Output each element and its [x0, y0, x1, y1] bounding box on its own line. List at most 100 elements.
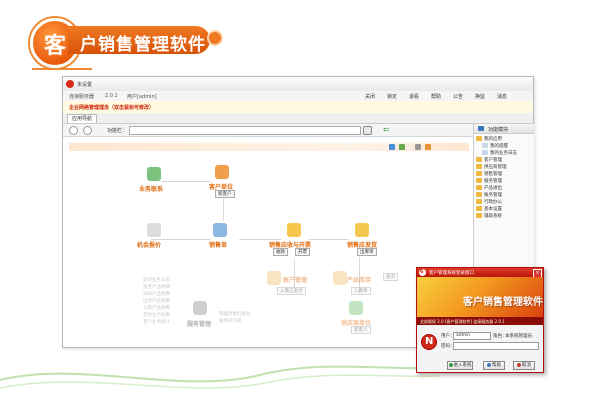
sidebar-item-suppliers[interactable]: 供应商管理 — [476, 163, 532, 170]
node-business-contact[interactable]: 业务联系 — [139, 184, 163, 193]
new-customer-button[interactable]: 新客户 — [215, 190, 235, 198]
dialog-title: 客户管理系统登录窗口 — [429, 271, 474, 276]
menu-help[interactable]: 帮助 — [431, 93, 441, 100]
sidebar-item-office[interactable]: 行政办公 — [476, 198, 532, 205]
enter-icon — [448, 362, 453, 367]
password-input[interactable] — [453, 342, 539, 350]
settings-icon[interactable] — [425, 144, 431, 150]
node-sales-order[interactable]: 销售单 — [209, 240, 227, 249]
menu-close[interactable]: 关闭 — [365, 93, 375, 100]
role-value: 本系统管理员 — [505, 334, 532, 339]
supplier-icon[interactable] — [349, 301, 363, 315]
mail-icon[interactable] — [389, 144, 395, 150]
cancel-button[interactable]: 取消 — [513, 361, 535, 370]
info-version: 2.0.1 — [105, 93, 118, 99]
banner-dot — [207, 30, 223, 46]
menu-view[interactable]: 退看 — [409, 93, 419, 100]
print-icon[interactable] — [415, 144, 421, 150]
dialog-titlebar: 6 客户管理系统登录窗口 × — [417, 268, 543, 278]
dialog-version-bar: 全部版权 2.0 [客户管理软件] 连接服务器 2.0.1 — [417, 317, 543, 325]
window-title: 未设置 — [77, 82, 93, 88]
sidebar-item-my-apps[interactable]: 我的应用 — [476, 135, 532, 142]
nav-go-button[interactable] — [363, 126, 372, 135]
sidebar-item-products[interactable]: 产品进出 — [476, 184, 532, 191]
sales-order-icon[interactable] — [213, 223, 227, 237]
receivables-icon[interactable] — [287, 223, 301, 237]
service-item[interactable]: 管理对象的服务 — [219, 311, 251, 317]
sidebar-item-my-reminders[interactable]: 我的提醒 — [482, 142, 538, 149]
node-opportunity-quote[interactable]: 机会报价 — [137, 240, 161, 249]
sidebar-item-my-logs[interactable]: 我的业务日志 — [482, 149, 538, 156]
service-person-icon[interactable] — [193, 301, 207, 315]
contact-icon[interactable] — [147, 167, 161, 181]
document-icon[interactable] — [147, 223, 161, 237]
customers-icon[interactable] — [215, 165, 229, 179]
folder-icon — [476, 178, 482, 183]
sidebar-item-sales[interactable]: 销售管理 — [476, 170, 532, 177]
stocktake-button[interactable]: 盘点 — [383, 273, 398, 281]
service-item[interactable]: 服务知识库 — [219, 318, 242, 324]
folder-icon — [476, 164, 482, 169]
user-value: admin — [456, 333, 471, 338]
help-button-label: 帮助 — [492, 363, 501, 368]
tab-row: 应用导航 — [63, 113, 533, 124]
receive-payment-button[interactable]: 收款 — [273, 248, 288, 256]
sidebar-item-label: 辅助系统 — [484, 214, 502, 219]
sidebar-item-customers[interactable]: 客户管理 — [476, 156, 532, 163]
invoice-button[interactable]: 开票 — [295, 248, 310, 256]
company-slogan[interactable]: 企业网络管理理念（双击鼠标可修改） — [69, 104, 154, 111]
folder-icon — [476, 171, 482, 176]
forward-arrow-icon[interactable]: ⇐ — [383, 126, 390, 134]
nav-select[interactable] — [129, 126, 361, 135]
folder-icon — [476, 157, 482, 162]
sidebar-title: 功能模块 — [488, 127, 509, 133]
menu-switch[interactable]: 换监 — [475, 93, 485, 100]
banner-title-bar: 户销售管理软件 — [68, 26, 210, 55]
folder-icon — [476, 185, 482, 190]
folder-icon — [476, 213, 482, 218]
modules-icon — [478, 126, 484, 131]
outbound-button[interactable]: 出库单 — [357, 248, 377, 256]
list-item[interactable]: 服务产品明细 — [143, 284, 170, 290]
flow-canvas: 业务联系 客户单位 新客户 机会报价 销售单 销售应收与开票 收款 开票 销售应… — [69, 139, 469, 344]
menu-notice[interactable]: 公告 — [453, 93, 463, 100]
inbound-order-button[interactable]: 入库单 — [351, 287, 371, 295]
cancel-icon — [517, 362, 521, 367]
back-icon[interactable] — [69, 126, 78, 135]
menu-lock[interactable]: 锁定 — [387, 93, 397, 100]
info-company: 连接服务器 — [69, 94, 95, 100]
help-button[interactable]: 帮助 — [483, 361, 505, 370]
sidebar-item-settings[interactable]: 基本设置 — [476, 205, 532, 212]
tab-app-navigation[interactable]: 应用导航 — [67, 114, 98, 123]
window-titlebar: 未设置 — [63, 77, 533, 92]
refresh-icon[interactable] — [83, 126, 92, 135]
list-item[interactable]: 新的业务日志 — [143, 277, 170, 283]
canvas-header-strip — [69, 143, 469, 151]
brand-logo-icon: N — [421, 334, 437, 350]
list-item[interactable]: 出库产品明细 — [143, 298, 170, 304]
truck-icon[interactable] — [355, 223, 369, 237]
node-account-management[interactable]: 账户管理 — [283, 275, 307, 284]
dialog-body: N 用户： admin 角色： 本系统管理员 密码： 进入系统 帮助 取消 — [417, 325, 543, 372]
inbound-payable-button[interactable]: 入库应支付 — [277, 287, 306, 295]
sidebar-item-service[interactable]: 服务管理 — [476, 177, 532, 184]
list-item[interactable]: 客户业务统计 — [143, 319, 170, 325]
flow-connector — [161, 181, 211, 182]
list-item[interactable]: 采购产品明细 — [143, 291, 170, 297]
stock-icon[interactable] — [333, 271, 347, 285]
node-product-stock[interactable]: 产品库存 — [347, 275, 371, 284]
lower-flow: 新的业务日志 服务产品明细 采购产品明细 出库产品明细 入库产品明细 其他业务往… — [69, 265, 469, 344]
node-service-management[interactable]: 服务管理 — [187, 319, 211, 328]
account-icon[interactable] — [267, 271, 281, 285]
help-icon — [487, 362, 491, 367]
user-select[interactable]: admin — [453, 332, 491, 340]
sidebar-item-accounts[interactable]: 账务管理 — [476, 191, 532, 198]
new-supplier-button[interactable]: 新客人 — [351, 326, 371, 334]
menu-message[interactable]: 消息 — [497, 93, 507, 100]
list-item[interactable]: 其他业务往来 — [143, 312, 170, 318]
sidebar-item-auxiliary[interactable]: 辅助系统 — [476, 212, 532, 219]
login-button[interactable]: 进入系统 — [447, 361, 473, 370]
login-dialog: 6 客户管理系统登录窗口 × 客户销售管理软件 全部版权 2.0 [客户管理软件… — [416, 267, 544, 373]
list-item[interactable]: 入库产品明细 — [143, 305, 170, 311]
chart-icon[interactable] — [399, 144, 405, 150]
